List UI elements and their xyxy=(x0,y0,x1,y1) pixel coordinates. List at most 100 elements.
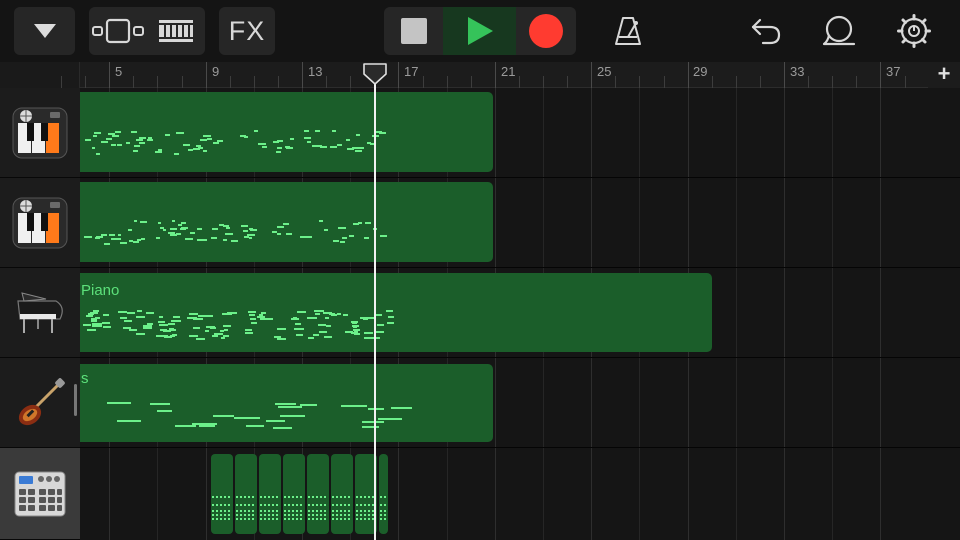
midi-note xyxy=(176,132,184,134)
midi-note xyxy=(210,237,217,239)
midi-note xyxy=(162,229,166,231)
midi-note xyxy=(190,232,196,234)
drum-hit xyxy=(252,496,254,498)
midi-note xyxy=(247,234,255,236)
midi-note xyxy=(138,142,146,144)
ruler-corner xyxy=(0,62,80,88)
drum-pattern-cell xyxy=(283,454,305,534)
mixer-button[interactable] xyxy=(147,7,205,55)
view-toggle-group xyxy=(89,7,205,55)
ruler-tick xyxy=(133,76,134,88)
midi-note xyxy=(85,315,93,317)
drum-hit xyxy=(224,514,226,516)
ruler-tick xyxy=(639,76,640,88)
drum-hit xyxy=(312,496,314,498)
stop-button[interactable] xyxy=(384,7,443,55)
drum-hit xyxy=(296,504,298,506)
midi-region-piano[interactable]: Piano xyxy=(80,273,712,352)
timeline-ruler[interactable]: 5 9 13 17 21 25 29 33 37 + xyxy=(0,62,960,88)
midi-region-keyboard-1[interactable] xyxy=(80,92,493,172)
drum-hit xyxy=(228,518,230,520)
drum-hit xyxy=(356,496,358,498)
settings-button[interactable] xyxy=(890,7,938,55)
drum-hit xyxy=(324,514,326,516)
drummer-region[interactable] xyxy=(211,454,391,534)
midi-note xyxy=(120,317,127,319)
drum-hit xyxy=(272,518,274,520)
ruler-tick xyxy=(85,76,86,88)
play-button[interactable] xyxy=(443,7,516,55)
drum-hit xyxy=(344,496,346,498)
playhead[interactable] xyxy=(374,76,376,540)
midi-note xyxy=(130,131,137,133)
add-track-button[interactable]: + xyxy=(928,62,960,88)
drum-hit xyxy=(316,518,318,520)
drum-hit xyxy=(364,510,366,512)
midi-note xyxy=(134,145,141,147)
playhead-handle-icon[interactable] xyxy=(363,63,387,85)
record-button[interactable] xyxy=(516,7,576,55)
drum-hit xyxy=(260,510,262,512)
midi-note xyxy=(346,139,350,141)
undo-button[interactable] xyxy=(742,7,790,55)
ruler-tick xyxy=(182,76,183,88)
midi-note xyxy=(177,224,183,226)
midi-note xyxy=(379,235,388,237)
ruler-tick xyxy=(736,76,737,88)
midi-note xyxy=(276,328,287,330)
midi-note xyxy=(123,320,133,322)
metronome-button[interactable] xyxy=(604,7,652,55)
drum-hit xyxy=(348,510,350,512)
track-header-piano[interactable] xyxy=(0,268,80,358)
midi-note xyxy=(188,313,199,315)
midi-region-keyboard-2[interactable] xyxy=(80,182,493,262)
track-header-bass[interactable] xyxy=(0,358,80,448)
drum-hit xyxy=(296,514,298,516)
drum-hit xyxy=(268,496,270,498)
midi-note xyxy=(324,336,333,338)
midi-note xyxy=(133,220,138,222)
drum-hit xyxy=(324,504,326,506)
loop-browser-button[interactable] xyxy=(815,7,863,55)
midi-note xyxy=(146,323,154,325)
drum-hit xyxy=(316,504,318,506)
midi-note xyxy=(107,133,116,135)
bar-number: 33 xyxy=(790,64,805,79)
browser-button[interactable] xyxy=(14,7,75,55)
bar-number: 25 xyxy=(597,64,612,79)
drum-hit xyxy=(228,504,230,506)
midi-note xyxy=(313,334,320,336)
track-header-resize-handle[interactable] xyxy=(74,384,77,416)
gear-icon xyxy=(897,14,931,48)
midi-note xyxy=(243,230,248,232)
drum-hit xyxy=(384,504,386,506)
grand-piano-icon xyxy=(17,291,63,333)
track-header-drum-machine[interactable] xyxy=(0,448,80,540)
midi-note xyxy=(225,233,234,235)
midi-note xyxy=(386,322,395,324)
midi-note xyxy=(155,335,165,337)
midi-note xyxy=(282,223,290,225)
tracks-area[interactable]: Piano s xyxy=(80,88,960,540)
midi-note xyxy=(361,426,380,428)
midi-note xyxy=(170,335,176,337)
midi-note xyxy=(199,139,208,141)
track-header-keyboard-1[interactable] xyxy=(0,88,80,178)
midi-note xyxy=(206,326,216,328)
drum-hit xyxy=(268,510,270,512)
midi-note xyxy=(324,229,328,231)
track-header-keyboard-2[interactable] xyxy=(0,178,80,268)
fx-button[interactable]: FX xyxy=(219,7,275,55)
midi-note xyxy=(315,130,320,132)
drum-hit xyxy=(244,496,246,498)
drum-hit xyxy=(260,504,262,506)
ruler-tick xyxy=(254,76,255,88)
midi-note xyxy=(90,312,98,314)
midi-region-bass[interactable]: s xyxy=(80,364,493,442)
drum-hit xyxy=(356,518,358,520)
drum-hit xyxy=(336,504,338,506)
tracks-view-button[interactable] xyxy=(89,7,147,55)
drum-hit xyxy=(340,496,342,498)
midi-note xyxy=(197,315,207,317)
midi-note xyxy=(265,420,286,422)
